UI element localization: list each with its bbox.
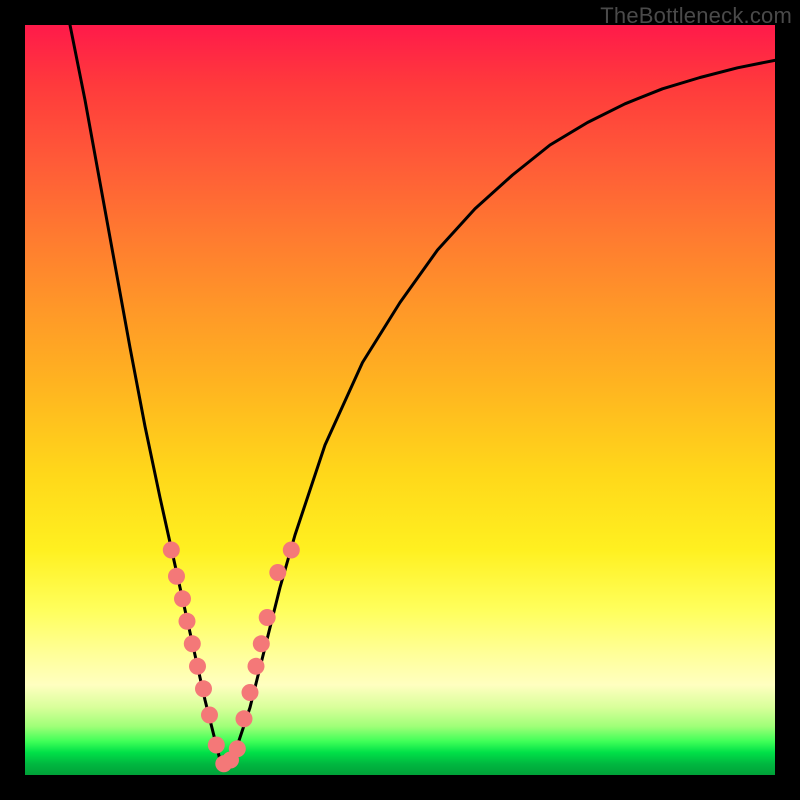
data-dot xyxy=(283,542,300,559)
data-dot xyxy=(248,658,265,675)
curve-svg xyxy=(25,25,775,775)
plot-area xyxy=(25,25,775,775)
data-dot xyxy=(189,658,206,675)
data-dot xyxy=(179,613,196,630)
data-dot xyxy=(208,737,225,754)
data-dot xyxy=(168,568,185,585)
data-dot xyxy=(253,635,270,652)
data-dot xyxy=(195,680,212,697)
data-dot xyxy=(201,707,218,724)
data-dot xyxy=(259,609,276,626)
bottleneck-curve xyxy=(70,25,775,760)
data-dot xyxy=(236,710,253,727)
data-dot xyxy=(174,590,191,607)
watermark-text: TheBottleneck.com xyxy=(600,3,792,29)
data-dot xyxy=(229,740,246,757)
data-dot xyxy=(269,564,286,581)
data-dot xyxy=(184,635,201,652)
chart-frame: TheBottleneck.com xyxy=(0,0,800,800)
data-dot xyxy=(242,684,259,701)
curve-group xyxy=(70,25,775,760)
data-dot xyxy=(163,542,180,559)
dots-group xyxy=(163,542,300,773)
